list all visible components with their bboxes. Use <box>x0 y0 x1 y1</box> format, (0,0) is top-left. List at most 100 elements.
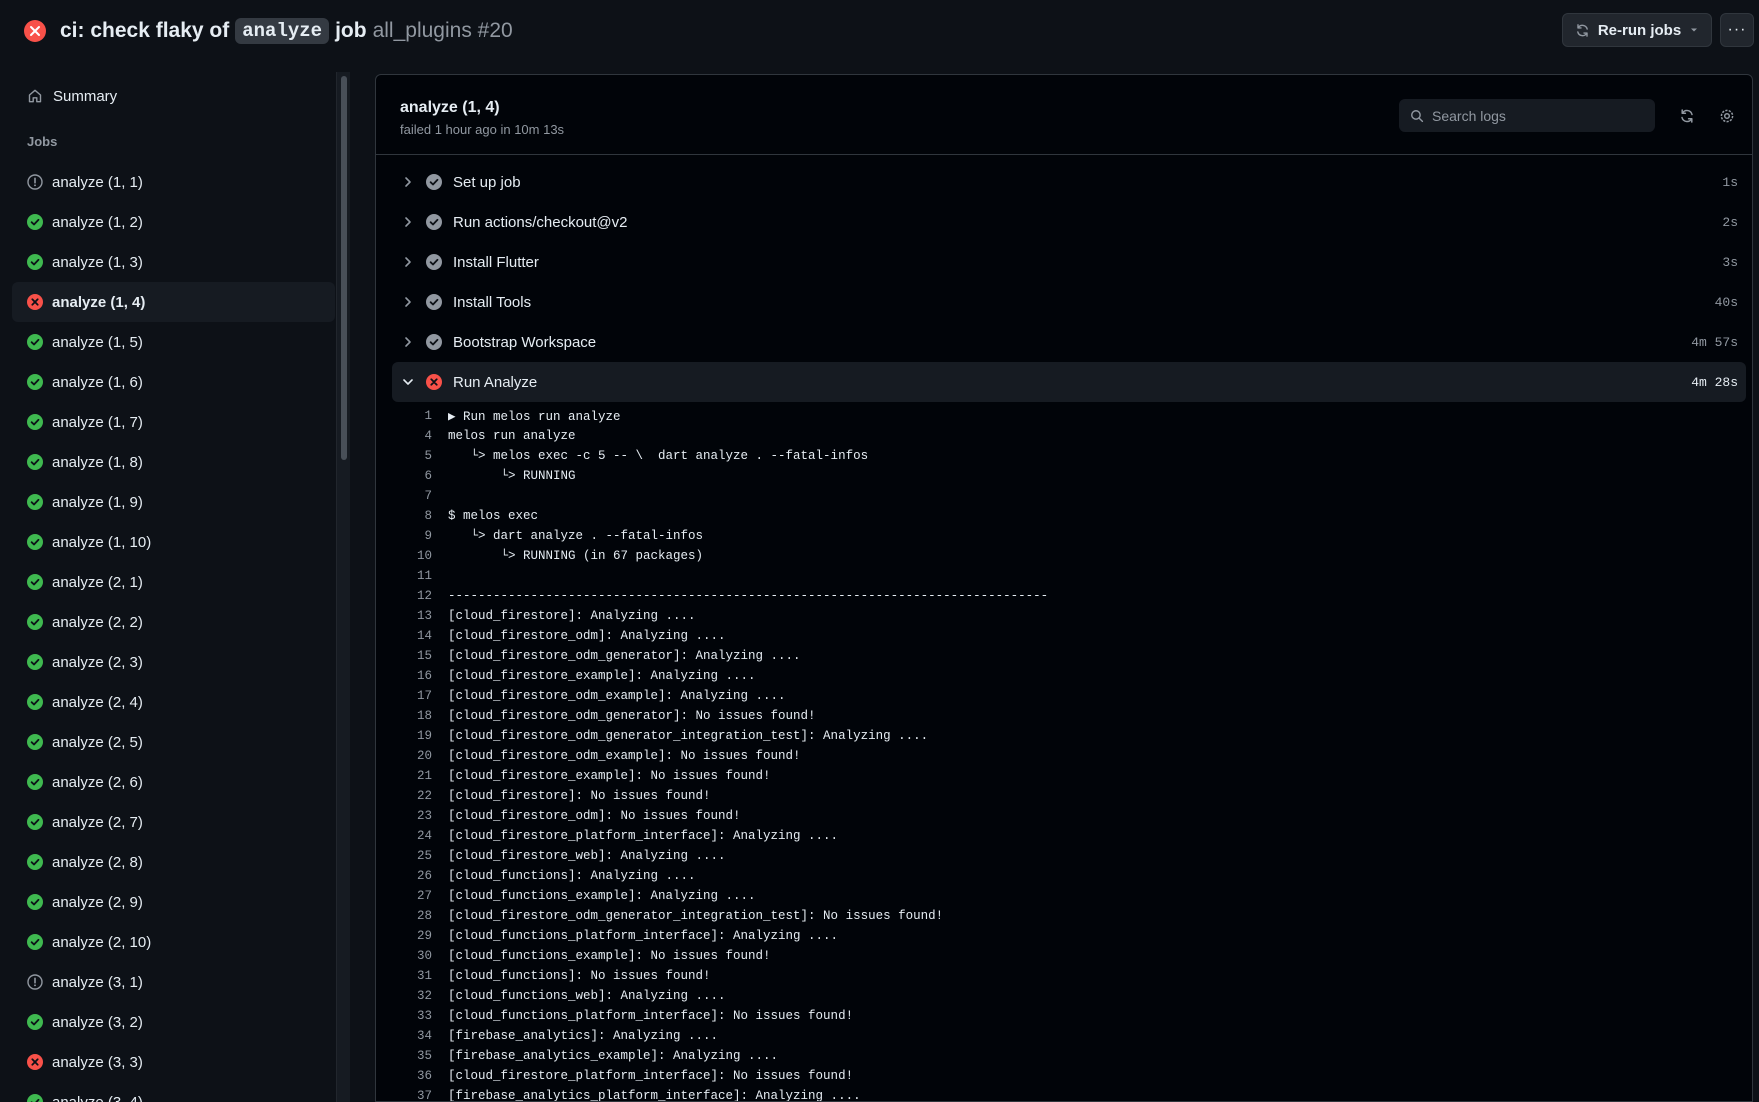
log-line-number[interactable]: 11 <box>392 569 448 583</box>
x-circle-fill-icon <box>27 294 43 310</box>
log-line-number[interactable]: 32 <box>392 989 448 1003</box>
sidebar-item-job[interactable]: analyze (1, 6) <box>12 362 335 402</box>
sidebar-item-job[interactable]: analyze (1, 1) <box>12 162 335 202</box>
log-line-number[interactable]: 4 <box>392 429 448 443</box>
sidebar-item-job[interactable]: analyze (2, 9) <box>12 882 335 922</box>
summary-label: Summary <box>53 87 118 105</box>
log-line-number[interactable]: 20 <box>392 749 448 763</box>
sidebar-item-job[interactable]: analyze (3, 4) <box>12 1082 335 1102</box>
log-line-number[interactable]: 33 <box>392 1009 448 1023</box>
sidebar-item-summary[interactable]: Summary <box>12 78 332 114</box>
log-line: 22 [cloud_firestore]: No issues found! <box>392 786 1746 806</box>
sidebar-item-job[interactable]: analyze (2, 3) <box>12 642 335 682</box>
log-line-number[interactable]: 25 <box>392 849 448 863</box>
log-line: 7 <box>392 486 1746 506</box>
log-line-number[interactable]: 12 <box>392 589 448 603</box>
log-line-number[interactable]: 21 <box>392 769 448 783</box>
log-line-number[interactable]: 24 <box>392 829 448 843</box>
log-line: 6 └> RUNNING <box>392 466 1746 486</box>
log-line-number[interactable]: 27 <box>392 889 448 903</box>
sidebar-item-job[interactable]: analyze (2, 7) <box>12 802 335 842</box>
sidebar-item-job[interactable]: analyze (2, 5) <box>12 722 335 762</box>
log-line-number[interactable]: 31 <box>392 969 448 983</box>
log-line-number[interactable]: 14 <box>392 629 448 643</box>
log-line: 15 [cloud_firestore_odm_generator]: Analy… <box>392 646 1746 666</box>
sidebar-item-job[interactable]: analyze (2, 1) <box>12 562 335 602</box>
log-line-text: [firebase_analytics]: Analyzing .... <box>448 1029 719 1043</box>
sidebar-scrollbar-thumb[interactable] <box>341 76 347 460</box>
more-options-button[interactable]: ··· <box>1720 13 1754 47</box>
run-title-suffix: job <box>335 19 367 42</box>
log-line-number[interactable]: 34 <box>392 1029 448 1043</box>
log-line-text: [cloud_firestore_odm]: Analyzing .... <box>448 629 726 643</box>
jobs-section-heading: Jobs <box>27 134 58 149</box>
log-line-number[interactable]: 17 <box>392 689 448 703</box>
log-line-number[interactable]: 6 <box>392 469 448 483</box>
log-line-number[interactable]: 35 <box>392 1049 448 1063</box>
job-step[interactable]: Bootstrap Workspace 4m 57s <box>392 322 1746 362</box>
job-step[interactable]: Run actions/checkout@v2 2s <box>392 202 1746 242</box>
job-step[interactable]: Set up job 1s <box>392 162 1746 202</box>
log-line: 36 [cloud_firestore_platform_interface]: … <box>392 1066 1746 1086</box>
check-circle-fill-icon <box>27 1094 43 1102</box>
sidebar-item-job[interactable]: analyze (2, 8) <box>12 842 335 882</box>
log-line-number[interactable]: 16 <box>392 669 448 683</box>
log-line-number[interactable]: 13 <box>392 609 448 623</box>
sidebar-item-job[interactable]: analyze (1, 3) <box>12 242 335 282</box>
sidebar-item-job[interactable]: analyze (2, 10) <box>12 922 335 962</box>
job-step[interactable]: Install Flutter 3s <box>392 242 1746 282</box>
log-line-text: [cloud_firestore_platform_interface]: An… <box>448 829 839 843</box>
log-line-number[interactable]: 26 <box>392 869 448 883</box>
sidebar-item-job[interactable]: analyze (1, 5) <box>12 322 335 362</box>
log-line-number[interactable]: 1 <box>392 409 448 423</box>
log-line-number[interactable]: 19 <box>392 729 448 743</box>
step-label: Install Tools <box>453 293 532 311</box>
step-label: Bootstrap Workspace <box>453 333 597 351</box>
sidebar-item-job[interactable]: analyze (2, 2) <box>12 602 335 642</box>
step-duration: 3s <box>1722 254 1738 270</box>
sidebar-item-job[interactable]: analyze (2, 6) <box>12 762 335 802</box>
sidebar-item-job[interactable]: analyze (1, 8) <box>12 442 335 482</box>
chevron-right-icon <box>405 177 411 187</box>
log-line-number[interactable]: 8 <box>392 509 448 523</box>
log-line-number[interactable]: 18 <box>392 709 448 723</box>
job-step[interactable]: Run Analyze 4m 28s <box>392 362 1746 402</box>
chevron-right-icon <box>405 337 411 347</box>
log-line-number[interactable]: 10 <box>392 549 448 563</box>
check-circle-fill-icon <box>27 654 43 670</box>
job-label: analyze (2, 7) <box>52 813 143 831</box>
log-line-number[interactable]: 30 <box>392 949 448 963</box>
sidebar-item-job[interactable]: analyze (2, 4) <box>12 682 335 722</box>
sidebar-item-job[interactable]: analyze (1, 2) <box>12 202 335 242</box>
sidebar-item-job[interactable]: analyze (1, 9) <box>12 482 335 522</box>
sidebar-item-job[interactable]: analyze (3, 2) <box>12 1002 335 1042</box>
log-line-number[interactable]: 7 <box>392 489 448 503</box>
log-settings-button[interactable] <box>1716 105 1738 127</box>
job-label: analyze (2, 3) <box>52 653 143 671</box>
rerun-jobs-button[interactable]: Re-run jobs <box>1562 13 1712 47</box>
check-circle-fill-icon <box>27 854 43 870</box>
sidebar-item-job[interactable]: analyze (3, 1) <box>12 962 335 1002</box>
sidebar-item-job[interactable]: analyze (1, 10) <box>12 522 335 562</box>
search-logs-box[interactable] <box>1399 99 1655 132</box>
search-logs-input[interactable] <box>1432 107 1642 124</box>
log-line: 13 [cloud_firestore]: Analyzing .... <box>392 606 1746 626</box>
log-line-number[interactable]: 28 <box>392 909 448 923</box>
log-line-number[interactable]: 36 <box>392 1069 448 1083</box>
log-line-number[interactable]: 15 <box>392 649 448 663</box>
log-line: 18 [cloud_firestore_odm_generator]: No is… <box>392 706 1746 726</box>
log-line-number[interactable]: 37 <box>392 1089 448 1101</box>
sidebar-scrollbar[interactable] <box>336 72 350 1102</box>
job-step[interactable]: Install Tools 40s <box>392 282 1746 322</box>
sidebar-item-job[interactable]: analyze (1, 7) <box>12 402 335 442</box>
log-line-number[interactable]: 23 <box>392 809 448 823</box>
log-line-number[interactable]: 9 <box>392 529 448 543</box>
log-line-number[interactable]: 29 <box>392 929 448 943</box>
log-line-text: [firebase_analytics_example]: Analyzing … <box>448 1049 779 1063</box>
sidebar-item-job[interactable]: analyze (1, 4) <box>12 282 335 322</box>
sidebar-item-job[interactable]: analyze (3, 3) <box>12 1042 335 1082</box>
log-line-number[interactable]: 22 <box>392 789 448 803</box>
check-circle-fill-icon <box>27 374 43 390</box>
refresh-logs-button[interactable] <box>1676 105 1698 127</box>
log-line-number[interactable]: 5 <box>392 449 448 463</box>
